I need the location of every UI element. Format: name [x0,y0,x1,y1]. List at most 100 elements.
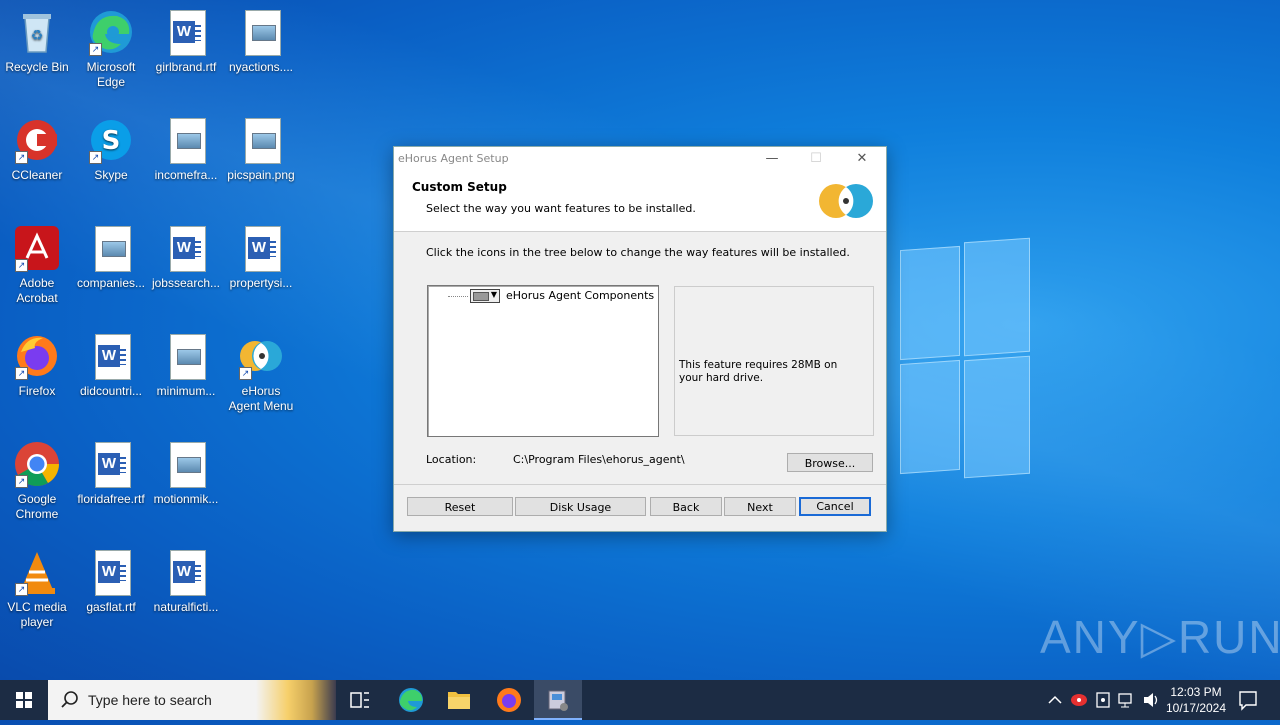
desktop-icon-label: nyactions.... [228,60,294,74]
desktop-icon-naturalficti[interactable]: W naturalficti... [150,548,222,615]
action-center-button[interactable] [1234,680,1262,720]
clock-time: 12:03 PM [1170,685,1222,699]
shortcut-arrow-icon: ↗ [15,583,28,596]
word-document-icon: W [170,226,206,272]
desktop-icon-label: CCleaner [11,168,63,182]
desktop-icon-label: propertysi... [229,276,293,290]
desktop-icon-vlc[interactable]: ↗ VLC media player [1,548,73,630]
desktop-icon-firefox[interactable]: ↗ Firefox [1,332,73,399]
shortcut-arrow-icon: ↗ [89,43,102,56]
desktop-icon-incomefra[interactable]: incomefra... [150,116,222,183]
svg-text:♻: ♻ [31,27,44,43]
desktop-icon-jobssearch[interactable]: W jobssearch... [150,224,222,291]
desktop-icon-ccleaner[interactable]: ↗ CCleaner [1,116,73,183]
desktop-icon-label: minimum... [156,384,216,398]
desktop-icon-ehorus-agent-menu[interactable]: ↗ eHorus Agent Menu [225,332,297,414]
start-button[interactable] [0,680,48,720]
button-separator [394,484,886,485]
dialog-subheading: Select the way you want features to be i… [426,202,696,215]
taskbar-search-box[interactable]: Type here to search [48,680,336,720]
windows-start-icon [16,692,32,708]
maximize-button: ☐ [810,151,822,166]
show-hidden-icons-button[interactable] [1046,680,1064,720]
browse-button[interactable]: Browse... [787,453,873,472]
disk-usage-button[interactable]: Disk Usage [515,497,646,516]
feature-info-text: This feature requires 28MB on your hard … [679,359,838,384]
desktop-icon-skype[interactable]: S ↗ Skype [75,116,147,183]
image-file-icon [245,10,281,56]
task-view-icon [350,692,369,708]
desktop-icon-propertysi[interactable]: W propertysi... [225,224,297,291]
desktop-icon-minimum[interactable]: minimum... [150,332,222,399]
word-document-icon: W [95,550,131,596]
desktop-icon-edge[interactable]: ↗ Microsoft Edge [75,8,147,90]
desktop-icon-label: naturalficti... [153,600,219,614]
tree-item-label: eHorus Agent Components [506,289,655,302]
desktop-icon-label: jobssearch... [151,276,221,290]
taskbar-edge-button[interactable] [387,680,435,720]
search-placeholder: Type here to search [88,692,212,708]
instruction-text: Click the icons in the tree below to cha… [426,246,850,259]
feature-info-panel: This feature requires 28MB on your hard … [674,286,874,436]
ehorus-setup-dialog: eHorus Agent Setup — ☐ ✕ Custom Setup Se… [393,146,887,532]
ehorus-logo-icon [819,184,873,218]
desktop-icon-picspain[interactable]: picspain.png [225,116,297,183]
dialog-header: Custom Setup Select the way you want fea… [394,171,886,232]
anyrun-watermark: ANY▷RUN [1040,611,1280,663]
taskbar-clock[interactable]: 12:03 PM 10/17/2024 [1160,684,1232,716]
feature-tree[interactable]: ▼ eHorus Agent Components [427,285,659,437]
desktop-icon-floridafree[interactable]: W floridafree.rtf [75,440,147,507]
close-button[interactable]: ✕ [842,149,882,169]
desktop-icon-motionmik[interactable]: motionmik... [150,440,222,507]
firefox-icon [497,688,521,712]
desktop-icon-label: companies... [76,276,146,290]
dialog-heading: Custom Setup [412,180,507,194]
word-document-icon: W [95,442,131,488]
image-file-icon [245,118,281,164]
taskbar: Type here to search 12:03 PM 10/17/2024 [0,680,1280,720]
desktop-icon-google-chrome[interactable]: ↗ Google Chrome [1,440,73,522]
desktop-icon-label: Microsoft Edge [86,60,136,89]
taskbar-file-explorer-button[interactable] [435,680,483,720]
word-document-icon: W [245,226,281,272]
desktop-icon-gasflat[interactable]: W gasflat.rtf [75,548,147,615]
desktop-icon-label: Recycle Bin [5,60,69,74]
desktop-icon-didcountri[interactable]: W didcountri... [75,332,147,399]
tray-network-button[interactable] [1116,680,1138,720]
desktop-icon-recycle-bin[interactable]: ♻ Recycle Bin [1,8,73,75]
location-value: C:\Program Files\ehorus_agent\ [513,453,685,466]
taskbar-setup-button[interactable] [534,680,582,720]
tree-item-components[interactable]: ▼ eHorus Agent Components [448,289,654,303]
dialog-titlebar[interactable]: eHorus Agent Setup — ☐ ✕ [394,147,886,171]
shortcut-arrow-icon: ↗ [15,259,28,272]
network-icon [1118,693,1132,708]
minimize-button[interactable]: — [752,149,792,169]
task-view-button[interactable] [336,680,384,720]
shortcut-arrow-icon: ↗ [89,151,102,164]
image-file-icon [170,442,206,488]
desktop-icon-adobe-acrobat[interactable]: ↗ Adobe Acrobat [1,224,73,306]
desktop-icon-companies[interactable]: companies... [75,224,147,291]
tray-volume-button[interactable] [1140,680,1162,720]
tray-network-status-icon[interactable] [1092,680,1114,720]
cancel-button[interactable]: Cancel [799,497,871,516]
word-document-icon: W [170,550,206,596]
desktop-icon-label: incomefra... [154,168,218,182]
word-document-icon: W [170,10,206,56]
location-label: Location: [426,453,477,466]
desktop-icon-nyactions[interactable]: nyactions.... [225,8,297,75]
desktop-icon-label: gasflat.rtf [86,600,136,614]
reset-button[interactable]: Reset [407,497,513,516]
next-button[interactable]: Next [724,497,796,516]
taskbar-firefox-button[interactable] [485,680,533,720]
red-badge-icon [1071,694,1087,706]
back-button[interactable]: Back [650,497,722,516]
desktop-icon-label: Google Chrome [15,492,59,521]
device-icon [1096,692,1110,708]
search-icon [61,691,78,708]
tray-app-icon[interactable] [1068,680,1090,720]
chevron-up-icon [1048,695,1062,704]
desktop-icon-girlbrand[interactable]: W girlbrand.rtf [150,8,222,75]
feature-state-dropdown-icon[interactable]: ▼ [470,289,500,303]
shortcut-arrow-icon: ↗ [15,151,28,164]
